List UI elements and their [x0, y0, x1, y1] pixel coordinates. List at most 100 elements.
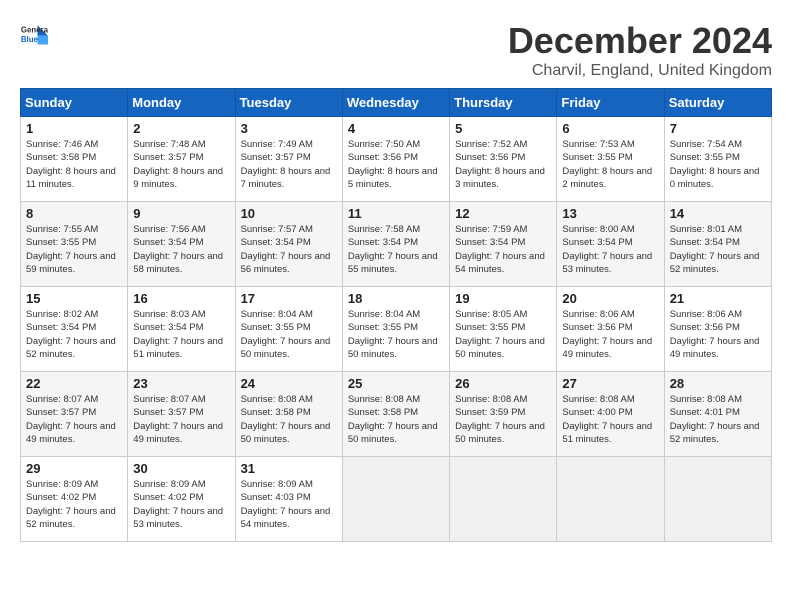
day-number: 15 — [26, 291, 122, 306]
calendar-day-cell: 2 Sunrise: 7:48 AMSunset: 3:57 PMDaylight… — [128, 117, 235, 202]
day-number: 29 — [26, 461, 122, 476]
day-number: 7 — [670, 121, 766, 136]
calendar-day-cell: 3 Sunrise: 7:49 AMSunset: 3:57 PMDaylight… — [235, 117, 342, 202]
day-number: 27 — [562, 376, 658, 391]
calendar-table: SundayMondayTuesdayWednesdayThursdayFrid… — [20, 88, 772, 542]
weekday-header-saturday: Saturday — [664, 89, 771, 117]
day-number: 31 — [241, 461, 337, 476]
day-number: 12 — [455, 206, 551, 221]
calendar-day-cell: 5Sunrise: 7:52 AMSunset: 3:56 PMDaylight… — [450, 117, 557, 202]
month-title: December 2024 — [508, 20, 772, 62]
day-info: Sunrise: 7:46 AMSunset: 3:58 PMDaylight:… — [26, 138, 122, 191]
day-info: Sunrise: 8:08 AMSunset: 3:58 PMDaylight:… — [241, 393, 337, 446]
weekday-header-sunday: Sunday — [21, 89, 128, 117]
day-info: Sunrise: 8:04 AMSunset: 3:55 PMDaylight:… — [348, 308, 444, 361]
day-info: Sunrise: 8:09 AMSunset: 4:03 PMDaylight:… — [241, 478, 337, 531]
day-info: Sunrise: 8:02 AMSunset: 3:54 PMDaylight:… — [26, 308, 122, 361]
calendar-day-cell: 6 Sunrise: 7:53 AMSunset: 3:55 PMDaylight… — [557, 117, 664, 202]
calendar-week-row: 1 Sunrise: 7:46 AMSunset: 3:58 PMDaylight… — [21, 117, 772, 202]
calendar-day-cell: 8Sunrise: 7:55 AMSunset: 3:55 PMDaylight… — [21, 202, 128, 287]
day-info: Sunrise: 7:59 AMSunset: 3:54 PMDaylight:… — [455, 223, 551, 276]
day-info: Sunrise: 8:01 AMSunset: 3:54 PMDaylight:… — [670, 223, 766, 276]
day-number: 30 — [133, 461, 229, 476]
day-info: Sunrise: 7:58 AMSunset: 3:54 PMDaylight:… — [348, 223, 444, 276]
day-info: Sunrise: 8:08 AMSunset: 3:58 PMDaylight:… — [348, 393, 444, 446]
calendar-day-cell: 31 Sunrise: 8:09 AMSunset: 4:03 PMDayligh… — [235, 457, 342, 542]
day-number: 26 — [455, 376, 551, 391]
calendar-day-cell: 28Sunrise: 8:08 AMSunset: 4:01 PMDayligh… — [664, 372, 771, 457]
day-info: Sunrise: 8:09 AMSunset: 4:02 PMDaylight:… — [26, 478, 122, 531]
calendar-day-cell: 25 Sunrise: 8:08 AMSunset: 3:58 PMDayligh… — [342, 372, 449, 457]
day-number: 25 — [348, 376, 444, 391]
calendar-day-cell: 27 Sunrise: 8:08 AMSunset: 4:00 PMDayligh… — [557, 372, 664, 457]
day-number: 28 — [670, 376, 766, 391]
day-info: Sunrise: 7:48 AMSunset: 3:57 PMDaylight:… — [133, 138, 229, 191]
calendar-day-cell: 20 Sunrise: 8:06 AMSunset: 3:56 PMDayligh… — [557, 287, 664, 372]
header: General Blue December 2024 Charvil, Engl… — [20, 20, 772, 80]
weekday-header-wednesday: Wednesday — [342, 89, 449, 117]
day-number: 4 — [348, 121, 444, 136]
calendar-day-cell: 9Sunrise: 7:56 AMSunset: 3:54 PMDaylight… — [128, 202, 235, 287]
day-info: Sunrise: 8:08 AMSunset: 4:00 PMDaylight:… — [562, 393, 658, 446]
calendar-day-cell: 26 Sunrise: 8:08 AMSunset: 3:59 PMDayligh… — [450, 372, 557, 457]
day-info: Sunrise: 7:57 AMSunset: 3:54 PMDaylight:… — [241, 223, 337, 276]
calendar-day-cell: 12 Sunrise: 7:59 AMSunset: 3:54 PMDayligh… — [450, 202, 557, 287]
day-info: Sunrise: 8:03 AMSunset: 3:54 PMDaylight:… — [133, 308, 229, 361]
weekday-header-tuesday: Tuesday — [235, 89, 342, 117]
calendar-day-cell: 18 Sunrise: 8:04 AMSunset: 3:55 PMDayligh… — [342, 287, 449, 372]
calendar-day-cell: 29 Sunrise: 8:09 AMSunset: 4:02 PMDayligh… — [21, 457, 128, 542]
day-number: 17 — [241, 291, 337, 306]
day-number: 11 — [348, 206, 444, 221]
calendar-day-cell: 11 Sunrise: 7:58 AMSunset: 3:54 PMDayligh… — [342, 202, 449, 287]
day-info: Sunrise: 8:08 AMSunset: 3:59 PMDaylight:… — [455, 393, 551, 446]
day-number: 19 — [455, 291, 551, 306]
day-info: Sunrise: 8:07 AMSunset: 3:57 PMDaylight:… — [133, 393, 229, 446]
day-number: 22 — [26, 376, 122, 391]
day-number: 8 — [26, 206, 122, 221]
svg-text:General: General — [21, 25, 48, 34]
calendar-week-row: 15 Sunrise: 8:02 AMSunset: 3:54 PMDayligh… — [21, 287, 772, 372]
day-number: 20 — [562, 291, 658, 306]
day-info: Sunrise: 8:06 AMSunset: 3:56 PMDaylight:… — [670, 308, 766, 361]
calendar-day-cell: 13 Sunrise: 8:00 AMSunset: 3:54 PMDayligh… — [557, 202, 664, 287]
day-info: Sunrise: 8:06 AMSunset: 3:56 PMDaylight:… — [562, 308, 658, 361]
day-number: 23 — [133, 376, 229, 391]
calendar-week-row: 8Sunrise: 7:55 AMSunset: 3:55 PMDaylight… — [21, 202, 772, 287]
calendar-day-cell: 21 Sunrise: 8:06 AMSunset: 3:56 PMDayligh… — [664, 287, 771, 372]
day-number: 16 — [133, 291, 229, 306]
day-number: 10 — [241, 206, 337, 221]
day-info: Sunrise: 8:04 AMSunset: 3:55 PMDaylight:… — [241, 308, 337, 361]
day-info: Sunrise: 7:53 AMSunset: 3:55 PMDaylight:… — [562, 138, 658, 191]
calendar-day-cell: 15 Sunrise: 8:02 AMSunset: 3:54 PMDayligh… — [21, 287, 128, 372]
calendar-day-cell — [342, 457, 449, 542]
calendar-day-cell — [664, 457, 771, 542]
day-number: 13 — [562, 206, 658, 221]
day-number: 18 — [348, 291, 444, 306]
calendar-day-cell: 19Sunrise: 8:05 AMSunset: 3:55 PMDayligh… — [450, 287, 557, 372]
day-number: 3 — [241, 121, 337, 136]
day-info: Sunrise: 7:49 AMSunset: 3:57 PMDaylight:… — [241, 138, 337, 191]
day-number: 1 — [26, 121, 122, 136]
location-title: Charvil, England, United Kingdom — [508, 62, 772, 80]
day-info: Sunrise: 8:07 AMSunset: 3:57 PMDaylight:… — [26, 393, 122, 446]
day-number: 6 — [562, 121, 658, 136]
calendar-week-row: 22 Sunrise: 8:07 AMSunset: 3:57 PMDayligh… — [21, 372, 772, 457]
day-info: Sunrise: 8:09 AMSunset: 4:02 PMDaylight:… — [133, 478, 229, 531]
calendar-day-cell: 14Sunrise: 8:01 AMSunset: 3:54 PMDayligh… — [664, 202, 771, 287]
logo: General Blue — [20, 20, 52, 48]
calendar-week-row: 29 Sunrise: 8:09 AMSunset: 4:02 PMDayligh… — [21, 457, 772, 542]
day-info: Sunrise: 7:50 AMSunset: 3:56 PMDaylight:… — [348, 138, 444, 191]
logo-icon: General Blue — [20, 20, 48, 48]
svg-text:Blue: Blue — [21, 35, 39, 44]
day-info: Sunrise: 7:52 AMSunset: 3:56 PMDaylight:… — [455, 138, 551, 191]
calendar-day-cell — [450, 457, 557, 542]
day-number: 21 — [670, 291, 766, 306]
calendar-day-cell: 7Sunrise: 7:54 AMSunset: 3:55 PMDaylight… — [664, 117, 771, 202]
weekday-header-thursday: Thursday — [450, 89, 557, 117]
day-number: 2 — [133, 121, 229, 136]
day-number: 24 — [241, 376, 337, 391]
calendar-day-cell: 1 Sunrise: 7:46 AMSunset: 3:58 PMDaylight… — [21, 117, 128, 202]
weekday-header-friday: Friday — [557, 89, 664, 117]
day-info: Sunrise: 8:00 AMSunset: 3:54 PMDaylight:… — [562, 223, 658, 276]
calendar-day-cell: 4 Sunrise: 7:50 AMSunset: 3:56 PMDaylight… — [342, 117, 449, 202]
